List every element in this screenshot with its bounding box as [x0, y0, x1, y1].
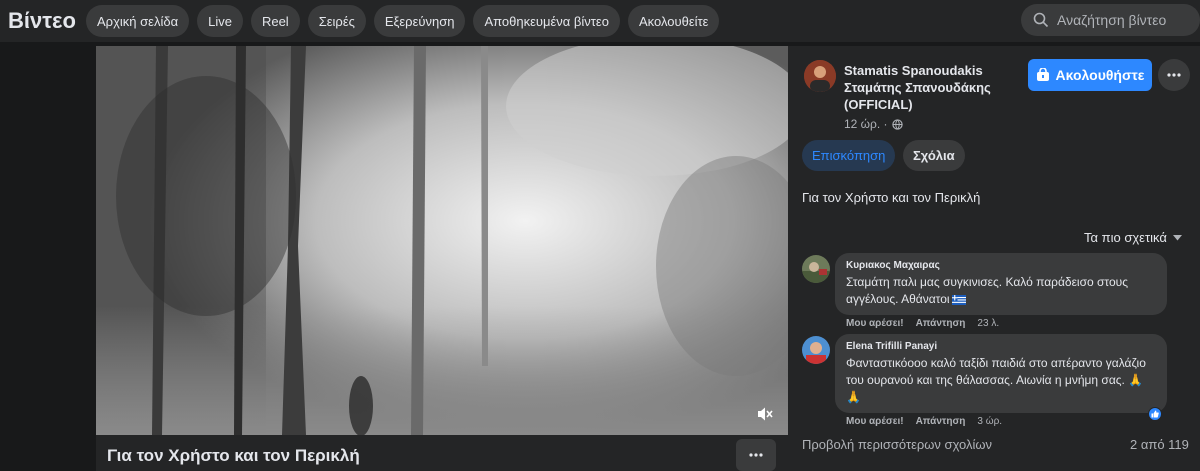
video-player[interactable]	[96, 46, 788, 435]
video-title: Για τον Χρήστο και τον Περικλή	[107, 446, 360, 465]
post-description: Για τον Χρήστο και τον Περικλή	[802, 190, 981, 205]
comment-bubble: Κυριακος Μαχαιρας Σταμάτη παλι μας συγκι…	[835, 253, 1167, 315]
tab-saved-videos[interactable]: Αποθηκευμένα βίντεο	[473, 5, 620, 37]
comment-actions: Μου αρέσει! Απάντηση 3 ώρ.	[846, 416, 1002, 427]
comment-bubble: Elena Trifilli Panayi Φανταστικόοοο καλό…	[835, 334, 1167, 413]
globe-icon	[891, 118, 903, 130]
follow-button[interactable]: Ακολουθήστε	[1028, 59, 1152, 91]
tab-series[interactable]: Σειρές	[307, 5, 366, 37]
sort-label: Τα πιο σχετικά	[1084, 230, 1167, 245]
reply-comment-button[interactable]: Απάντηση	[916, 318, 966, 329]
comment-author[interactable]: Elena Trifilli Panayi	[846, 340, 1156, 353]
more-icon	[1167, 73, 1181, 77]
nav-tabs: Αρχική σελίδα Live Reel Σειρές Εξερεύνησ…	[86, 5, 720, 37]
comment-text: Σταμάτη παλι μας συγκινισες. Καλό παράδε…	[846, 275, 1129, 306]
like-comment-button[interactable]: Μου αρέσει!	[846, 416, 904, 427]
more-icon	[749, 453, 763, 457]
mute-icon[interactable]	[757, 406, 773, 422]
view-more-comments-link[interactable]: Προβολή περισσότερων σχολίων	[802, 437, 992, 452]
comment-text: Φανταστικόοοο καλό ταξίδι παιδιά στο απέ…	[846, 356, 1146, 404]
post-meta: 12 ώρ. ·	[844, 117, 903, 131]
like-comment-button[interactable]: Μου αρέσει!	[846, 318, 904, 329]
follow-icon	[1036, 68, 1049, 81]
comment-actions: Μου αρέσει! Απάντηση 23 λ.	[846, 318, 999, 329]
post-time[interactable]: 12 ώρ. ·	[844, 117, 888, 131]
video-frame	[96, 46, 788, 435]
tab-comments[interactable]: Σχόλια	[903, 140, 965, 171]
search-icon	[1033, 12, 1049, 28]
video-more-button[interactable]	[736, 439, 776, 471]
search-input[interactable]: Αναζήτηση βίντεο	[1021, 4, 1200, 36]
follow-label: Ακολουθήστε	[1055, 67, 1145, 83]
comment-sort-button[interactable]: Τα πιο σχετικά	[1084, 230, 1182, 245]
chevron-down-icon	[1172, 234, 1182, 240]
comment-time[interactable]: 3 ώρ.	[977, 416, 1002, 427]
page-title: Βίντεο	[8, 8, 76, 33]
tab-overview[interactable]: Επισκόπηση	[802, 140, 896, 171]
comment-time[interactable]: 23 λ.	[977, 318, 999, 329]
greek-flag-icon	[951, 294, 966, 305]
post-panel: Stamatis Spanoudakis Σταμάτης Σπανουδάκη…	[788, 46, 1200, 471]
tab-live[interactable]: Live	[197, 5, 243, 37]
comment-count: 2 από 119	[1130, 437, 1189, 452]
top-bar: Βίντεο Αρχική σελίδα Live Reel Σειρές Εξ…	[0, 0, 1200, 42]
avatar[interactable]	[804, 60, 836, 92]
avatar[interactable]	[802, 255, 830, 283]
avatar[interactable]	[802, 336, 830, 364]
tab-following[interactable]: Ακολουθείτε	[627, 5, 720, 37]
post-more-button[interactable]	[1158, 59, 1190, 91]
tab-explore[interactable]: Εξερεύνηση	[373, 5, 466, 37]
author-name[interactable]: Stamatis Spanoudakis Σταμάτης Σπανουδάκη…	[844, 62, 1024, 113]
tab-reel[interactable]: Reel	[250, 5, 300, 37]
like-reaction-icon[interactable]	[1148, 407, 1162, 421]
video-caption-bar: Για τον Χρήστο και τον Περικλή	[96, 435, 788, 471]
comment-author[interactable]: Κυριακος Μαχαιρας	[846, 259, 1156, 272]
tab-home[interactable]: Αρχική σελίδα	[86, 5, 190, 37]
reply-comment-button[interactable]: Απάντηση	[916, 416, 966, 427]
search-placeholder: Αναζήτηση βίντεο	[1057, 12, 1167, 28]
